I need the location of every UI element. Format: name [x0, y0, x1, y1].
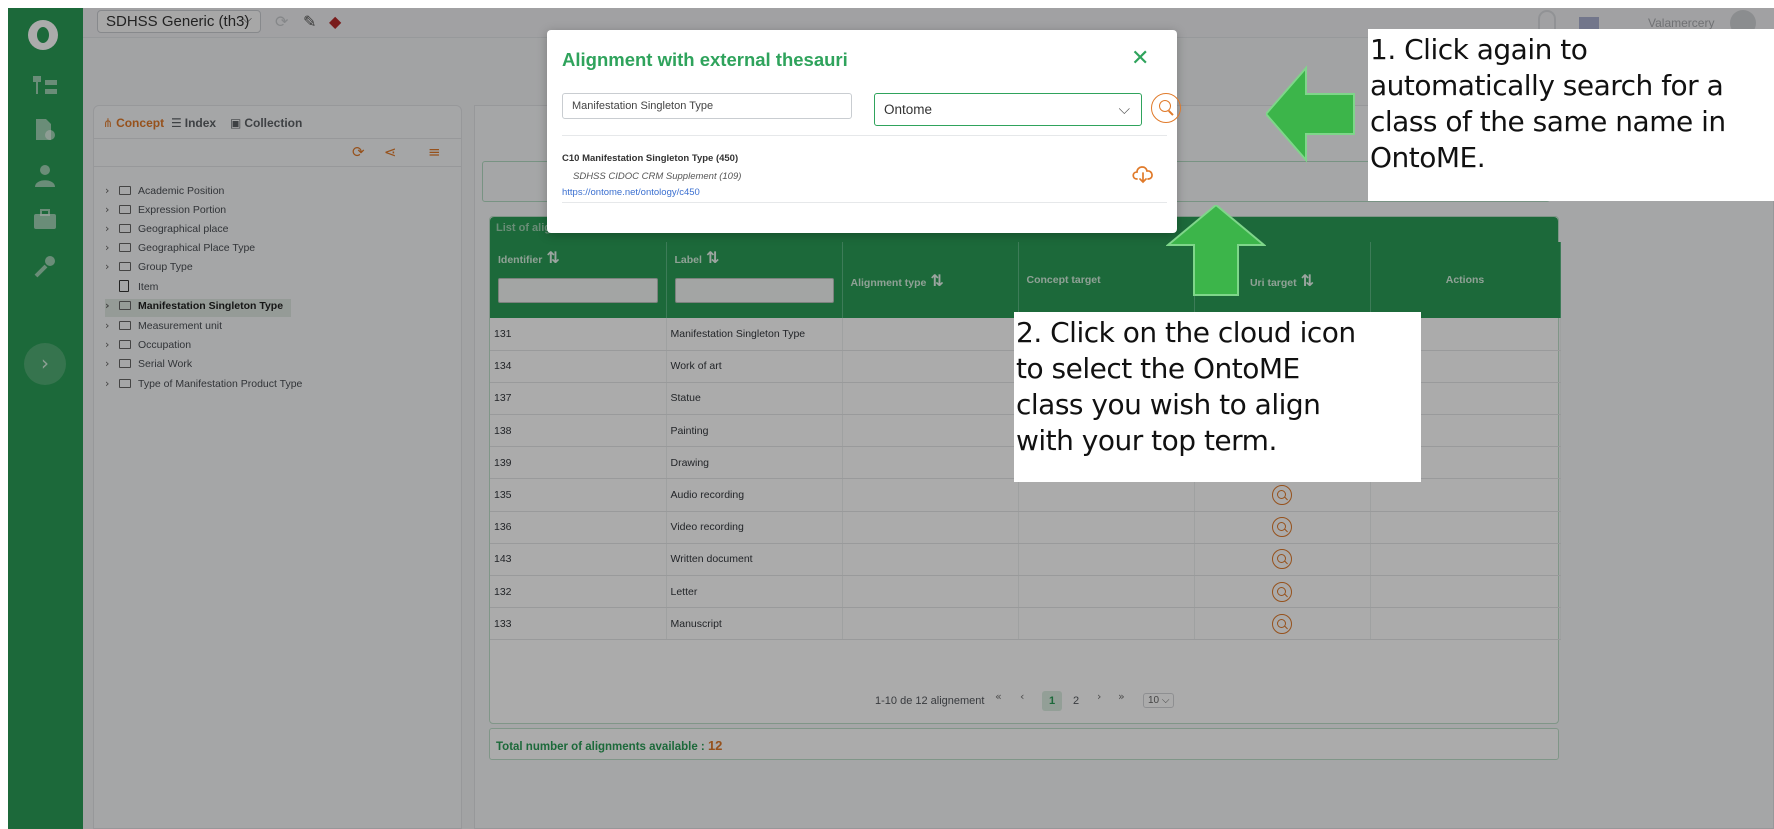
- divider: [562, 135, 1167, 136]
- thesaurus-source-select[interactable]: Ontome ⌵: [874, 93, 1142, 126]
- annotation-line: OntoME.: [1370, 141, 1486, 174]
- close-icon[interactable]: ✕: [1131, 46, 1149, 71]
- annotation-line: class of the same name in: [1370, 105, 1726, 138]
- app-window: › SDHSS Generic (th3) ⌵ ⟳ ✎ ◆ Valamercer…: [8, 8, 1774, 829]
- divider: [562, 202, 1167, 203]
- annotation-line: 1. Click again to: [1370, 33, 1588, 66]
- result-link[interactable]: https://ontome.net/ontology/c450: [562, 187, 700, 198]
- annotation-line: automatically search for a: [1370, 69, 1724, 102]
- annotation-line: with your top term.: [1016, 424, 1277, 457]
- annotation-line: to select the OntoME: [1016, 352, 1300, 385]
- result-title: C10 Manifestation Singleton Type (450): [562, 153, 739, 164]
- term-search-input[interactable]: Manifestation Singleton Type: [562, 93, 852, 119]
- arrow-up-icon: [1166, 205, 1266, 296]
- modal-title: Alignment with external thesauri: [562, 49, 848, 70]
- external-search-button[interactable]: [1151, 93, 1181, 123]
- result-ontology: SDHSS CIDOC CRM Supplement (109): [573, 171, 742, 182]
- thesaurus-source-value: Ontome: [884, 102, 933, 117]
- annotation-step-2: 2. Click on the cloud icon to select the…: [1014, 312, 1421, 482]
- alignment-modal: Alignment with external thesauri ✕ Manif…: [547, 30, 1181, 233]
- annotation-line: 2. Click on the cloud icon: [1016, 316, 1356, 349]
- annotation-step-1: 1. Click again to automatically search f…: [1368, 29, 1774, 201]
- screenshot-stage: › SDHSS Generic (th3) ⌵ ⟳ ✎ ◆ Valamercer…: [0, 0, 1774, 829]
- chevron-down-icon: ⌵: [1118, 100, 1130, 118]
- cloud-download-icon[interactable]: [1131, 163, 1155, 185]
- arrow-left-icon: [1266, 65, 1355, 163]
- annotation-line: class you wish to align: [1016, 388, 1321, 421]
